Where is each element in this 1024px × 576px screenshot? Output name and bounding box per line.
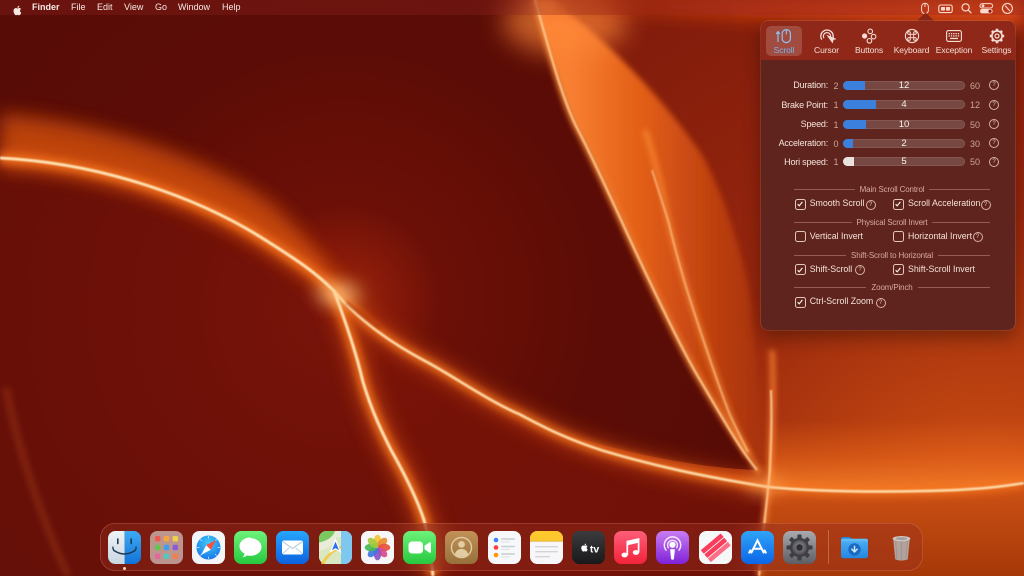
svg-text:tv: tv: [590, 544, 599, 556]
